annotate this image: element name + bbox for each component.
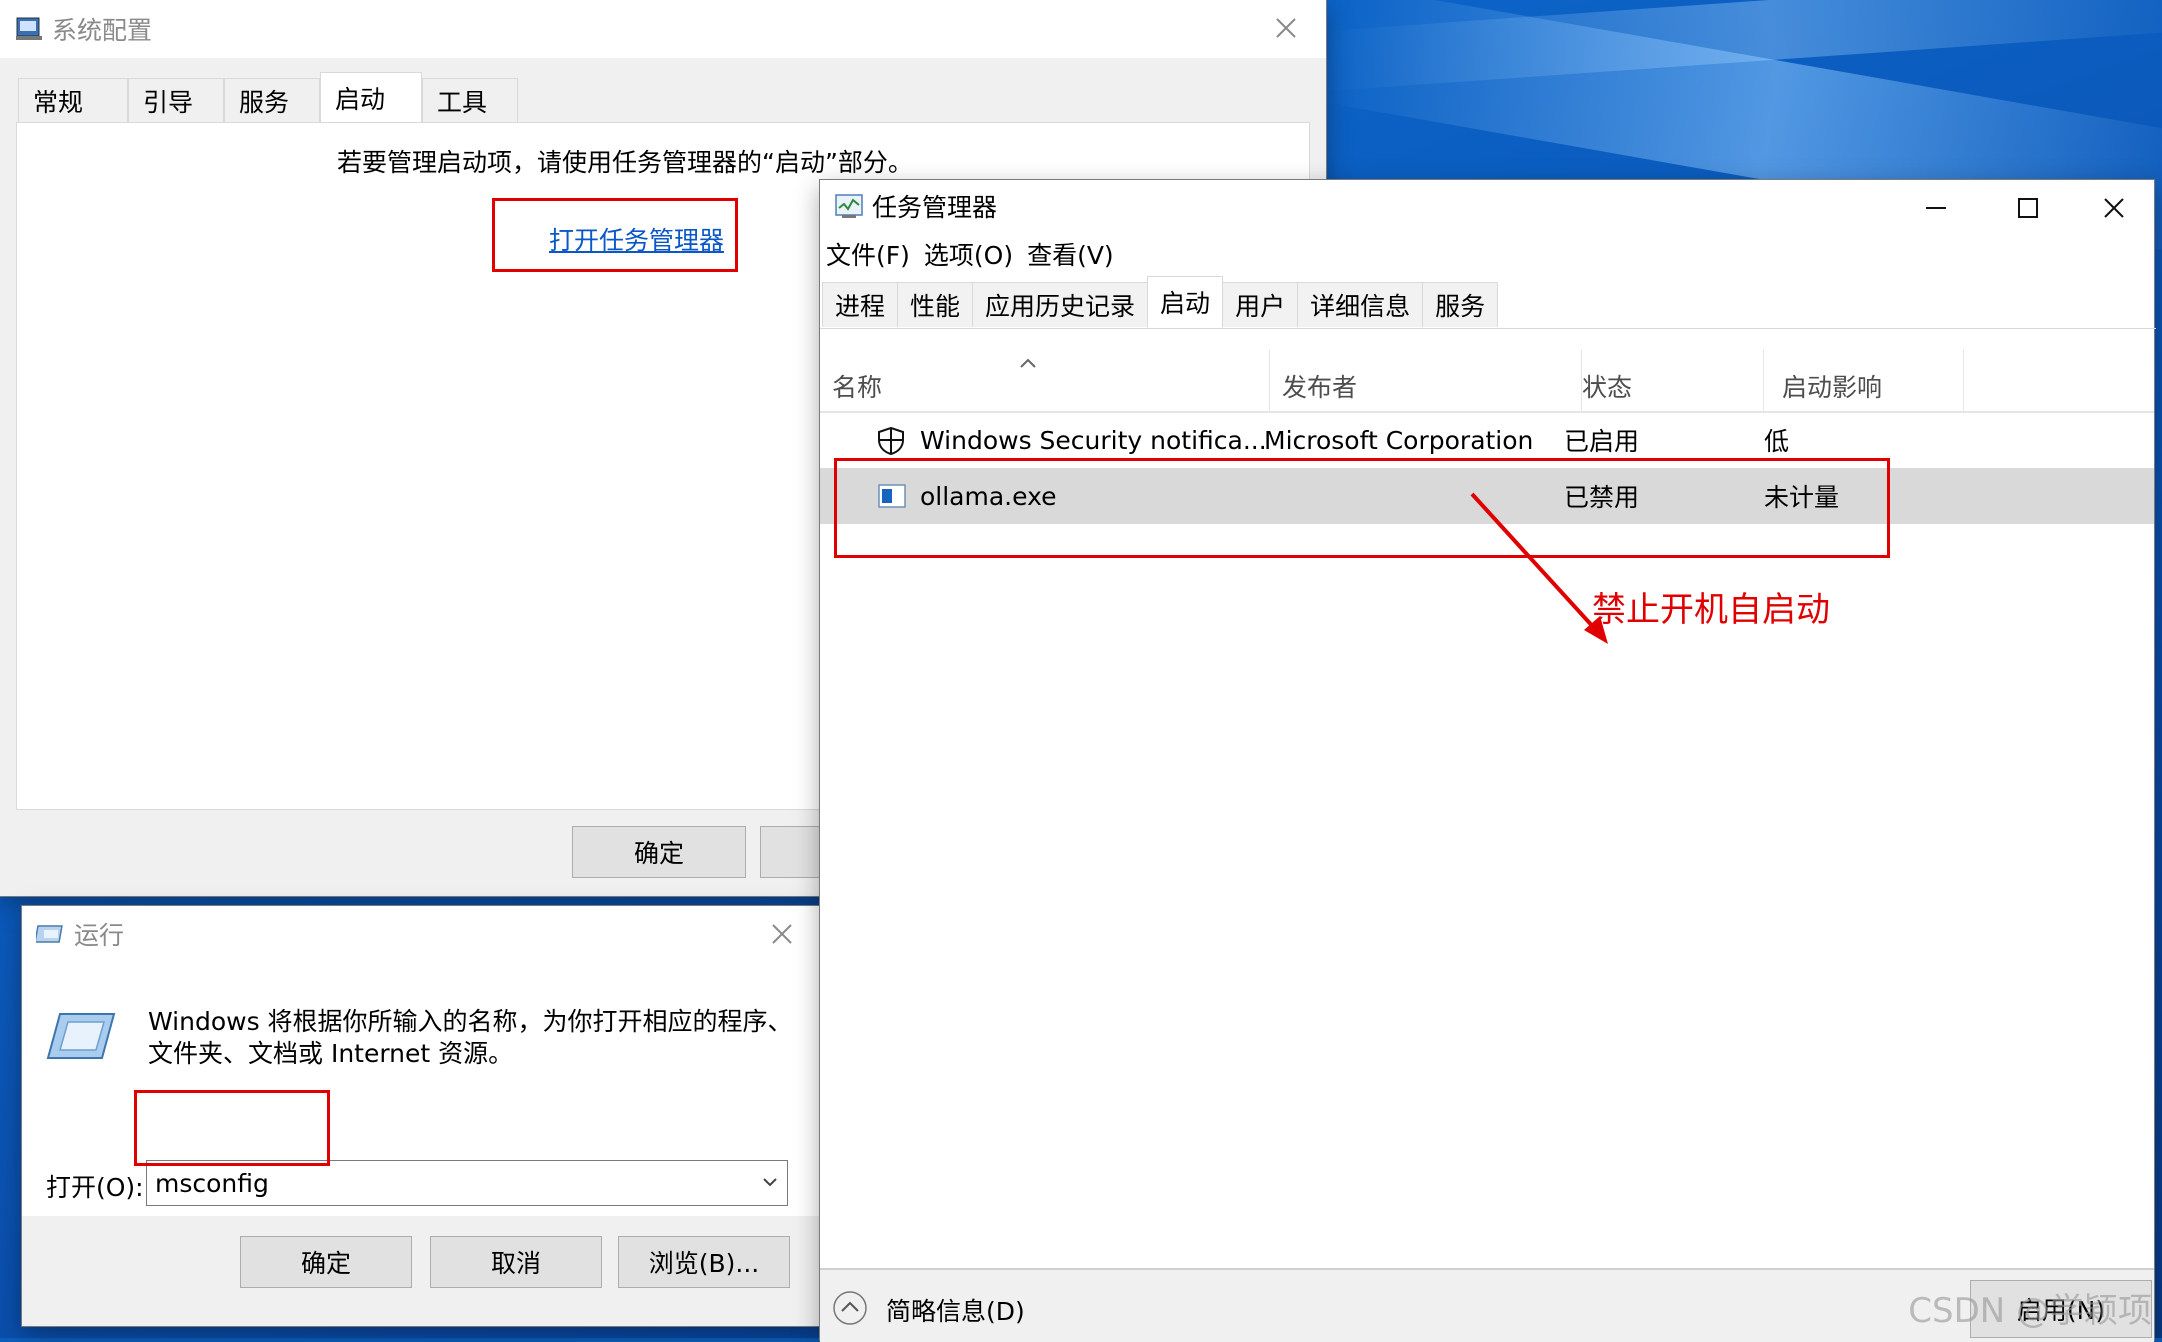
tab-users[interactable]: 用户: [1222, 282, 1299, 327]
watermark: CSDN @学颖项: [1908, 1291, 2152, 1331]
tab-boot[interactable]: 引导: [128, 78, 224, 123]
msconfig-titlebar[interactable]: 系统配置: [0, 0, 1326, 58]
run-cancel-button[interactable]: 取消: [430, 1236, 602, 1288]
highlight-box-ollama: [834, 458, 1890, 558]
run-description-line-1: Windows 将根据你所输入的名称，为你打开相应的程序、: [148, 1007, 793, 1036]
annotation-text: 禁止开机自启动: [1592, 590, 1830, 630]
taskmgr-menubar: 文件(F) 选项(O) 查看(V): [826, 236, 1114, 272]
run-titlebar[interactable]: 运行: [22, 906, 822, 962]
msconfig-app-icon: [16, 17, 42, 40]
menu-file[interactable]: 文件(F): [826, 236, 910, 272]
chevron-down-icon[interactable]: [761, 1175, 779, 1189]
column-header-status[interactable]: 状态: [1564, 350, 1764, 412]
close-icon: [772, 924, 792, 944]
taskmgr-close-button[interactable]: [2074, 180, 2154, 236]
maximize-button[interactable]: [1988, 180, 2068, 236]
taskmgr-app-icon: [835, 194, 863, 218]
fewer-details-link[interactable]: 简略信息(D): [886, 1292, 1025, 1328]
run-app-icon: [36, 925, 63, 943]
msconfig-title: 系统配置: [52, 16, 153, 45]
run-open-input[interactable]: msconfig: [155, 1169, 269, 1198]
tab-tools[interactable]: 工具: [422, 78, 518, 123]
tab-general[interactable]: 常规: [18, 78, 128, 123]
run-title: 运行: [74, 921, 125, 950]
run-large-icon: [46, 1013, 116, 1059]
tab-services[interactable]: 服务: [224, 78, 320, 123]
msconfig-ok-button[interactable]: 确定: [572, 826, 746, 878]
menu-options[interactable]: 选项(O): [924, 236, 1013, 272]
highlight-box-msconfig: [134, 1090, 330, 1166]
tab-services[interactable]: 服务: [1422, 282, 1499, 327]
chevron-up-circle-icon[interactable]: [832, 1290, 868, 1326]
task-manager-window: 任务管理器 文件(F) 选项(O) 查看(V) 进程 性能 应用历史记录 启动 …: [820, 180, 2156, 1342]
run-open-combobox[interactable]: msconfig: [146, 1160, 788, 1206]
menu-view[interactable]: 查看(V): [1027, 236, 1114, 272]
minimize-icon: [1926, 207, 1946, 209]
run-open-label: 打开(O):: [46, 1173, 144, 1202]
run-description-line-2: 文件夹、文档或 Internet 资源。: [148, 1039, 514, 1068]
column-header-name[interactable]: 名称: [832, 350, 1270, 412]
maximize-icon: [2018, 198, 2038, 218]
close-icon: [2104, 198, 2124, 218]
shield-icon: [878, 426, 904, 456]
taskmgr-tabs: 进程 性能 应用历史记录 启动 用户 详细信息 服务: [820, 276, 2156, 329]
tab-performance[interactable]: 性能: [897, 282, 974, 327]
msconfig-tabs: 常规 引导 服务 启动 工具: [18, 72, 518, 123]
minimize-button[interactable]: [1896, 180, 1976, 236]
tab-startup[interactable]: 启动: [320, 72, 422, 123]
run-description: Windows 将根据你所输入的名称，为你打开相应的程序、 文件夹、文档或 In…: [148, 1006, 793, 1070]
run-ok-button[interactable]: 确定: [240, 1236, 412, 1288]
highlight-box-link: [492, 198, 738, 272]
column-header-publisher[interactable]: 发布者: [1282, 350, 1582, 412]
tab-details[interactable]: 详细信息: [1297, 282, 1424, 327]
run-dialog: 运行 Windows 将根据你所输入的名称，为你打开相应的程序、 文件夹、文档或…: [22, 906, 822, 1326]
tab-processes[interactable]: 进程: [822, 282, 899, 327]
run-body: Windows 将根据你所输入的名称，为你打开相应的程序、 文件夹、文档或 In…: [22, 962, 822, 1216]
column-header-startup-impact[interactable]: 启动影响: [1764, 350, 1964, 412]
close-icon: [1276, 18, 1296, 38]
tab-app-history[interactable]: 应用历史记录: [972, 282, 1149, 327]
tab-startup[interactable]: 启动: [1147, 276, 1224, 328]
msconfig-close-button[interactable]: [1246, 0, 1326, 56]
run-close-button[interactable]: [742, 906, 822, 962]
taskmgr-title: 任务管理器: [872, 193, 998, 222]
run-browse-button[interactable]: 浏览(B)...: [618, 1236, 790, 1288]
taskmgr-titlebar[interactable]: 任务管理器: [820, 180, 2154, 232]
startup-instructions: 若要管理启动项，请使用任务管理器的“启动”部分。: [337, 148, 913, 177]
